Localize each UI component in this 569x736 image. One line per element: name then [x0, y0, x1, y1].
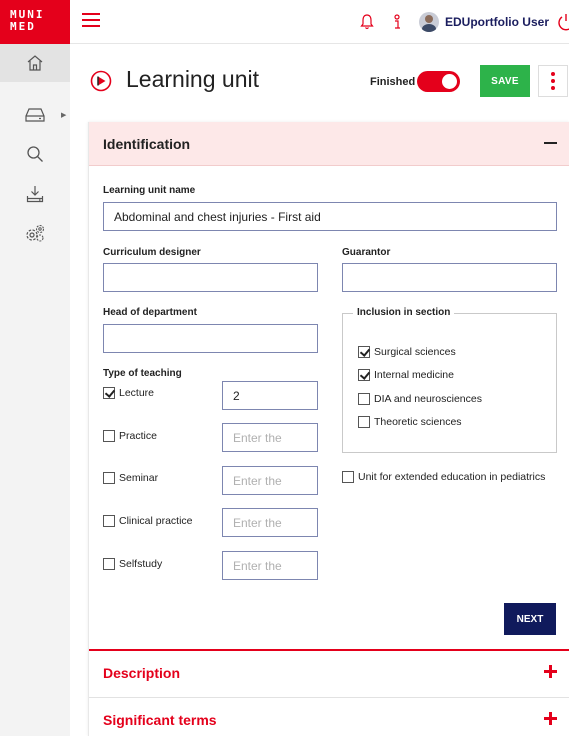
search-icon	[27, 146, 43, 162]
extended-pediatrics-checkbox[interactable]	[342, 471, 354, 483]
guarantor-label: Guarantor	[342, 247, 391, 258]
sidebar: ▶	[0, 44, 70, 736]
checkbox[interactable]	[103, 515, 115, 527]
top-bar: MUNI MED EDUportfolio User	[0, 0, 569, 44]
sidebar-item-inbox[interactable]: ▶	[0, 96, 70, 134]
teaching-type-selfstudy[interactable]: Selfstudy	[103, 558, 162, 570]
teaching-type-lecture[interactable]: Lecture	[103, 387, 154, 399]
expand-icon[interactable]	[544, 665, 558, 679]
user-name[interactable]: EDUportfolio User	[445, 15, 549, 29]
logo-line-2: MED	[10, 20, 36, 33]
inclusion-option-label: Surgical sciences	[374, 346, 456, 358]
avatar[interactable]	[418, 12, 439, 32]
home-icon	[27, 55, 43, 71]
finished-toggle[interactable]	[417, 71, 460, 92]
collapse-icon[interactable]	[544, 136, 558, 150]
download-icon	[26, 186, 44, 203]
power-icon[interactable]	[557, 13, 569, 31]
teaching-type-practice[interactable]: Practice	[103, 430, 157, 442]
learning-unit-name-label: Learning unit name	[103, 185, 196, 196]
logo[interactable]: MUNI MED	[0, 0, 70, 44]
teaching-type-label: Seminar	[119, 472, 159, 484]
chevron-right-icon: ▶	[61, 112, 67, 119]
teaching-hours-clinical-practice-input[interactable]: Enter the	[222, 508, 318, 537]
inclusion-option-internal-medicine[interactable]: Internal medicine	[358, 369, 454, 381]
extended-pediatrics-label: Unit for extended education in pediatric…	[358, 471, 546, 483]
head-of-department-input[interactable]	[103, 324, 318, 353]
sidebar-item-home[interactable]	[0, 44, 70, 82]
type-of-teaching-label: Type of teaching	[103, 368, 182, 379]
inclusion-option-theoretic-sciences[interactable]: Theoretic sciences	[358, 416, 462, 428]
info-icon[interactable]	[389, 13, 405, 31]
section-identification-title: Identification	[103, 135, 191, 152]
inclusion-option-label: DIA and neurosciences	[374, 393, 482, 405]
curriculum-designer-input[interactable]	[103, 263, 318, 292]
guarantor-input[interactable]	[342, 263, 557, 292]
teaching-hours-practice-input[interactable]: Enter the	[222, 423, 318, 452]
menu-icon[interactable]	[82, 13, 100, 29]
checkbox[interactable]	[103, 472, 115, 484]
content-panel: Identification Learning unit name Abdomi…	[88, 122, 569, 736]
section-description-title: Description	[103, 665, 181, 681]
teaching-hours-seminar-input[interactable]: Enter the	[222, 466, 318, 495]
teaching-type-label: Practice	[119, 430, 157, 442]
teaching-type-seminar[interactable]: Seminar	[103, 472, 158, 484]
checkbox[interactable]	[103, 387, 115, 399]
settings-icon	[26, 224, 45, 242]
checkbox[interactable]	[358, 393, 370, 405]
checkbox[interactable]	[103, 430, 115, 442]
sidebar-item-download[interactable]	[0, 175, 70, 213]
sidebar-item-settings[interactable]	[0, 215, 70, 253]
more-options-button[interactable]	[538, 65, 568, 97]
inclusion-option-dia-and-neurosciences[interactable]: DIA and neurosciences	[358, 393, 482, 405]
teaching-type-label: Selfstudy	[119, 558, 163, 570]
page-header: Learning unit Finished SAVE	[70, 44, 569, 118]
finished-label: Finished	[370, 76, 416, 88]
checkbox[interactable]	[103, 558, 115, 570]
teaching-type-label: Lecture	[119, 387, 155, 399]
checkbox[interactable]	[358, 369, 370, 381]
learning-unit-name-input[interactable]: Abdominal and chest injuries - First aid	[103, 202, 557, 231]
inclusion-in-section-group: Inclusion in section	[342, 307, 557, 453]
extended-pediatrics-checkbox-row[interactable]: Unit for extended education in pediatric…	[342, 471, 545, 483]
inbox-icon	[25, 108, 45, 122]
section-significant-terms-header[interactable]: Significant terms	[89, 698, 569, 736]
inclusion-option-label: Internal medicine	[374, 369, 454, 381]
checkbox[interactable]	[358, 416, 370, 428]
save-button[interactable]: SAVE	[480, 65, 530, 97]
teaching-type-clinical-practice[interactable]: Clinical practice	[103, 515, 193, 527]
bell-icon[interactable]	[359, 13, 375, 31]
section-significant-terms-title: Significant terms	[103, 712, 217, 728]
section-identification-header[interactable]: Identification	[89, 122, 569, 166]
section-description-header[interactable]: Description	[89, 651, 569, 695]
play-circle-icon	[90, 70, 112, 92]
checkbox[interactable]	[358, 346, 370, 358]
teaching-hours-selfstudy-input[interactable]: Enter the	[222, 551, 318, 580]
head-of-department-label: Head of department	[103, 307, 197, 318]
top-right-actions: EDUportfolio User	[359, 0, 569, 44]
inclusion-option-surgical-sciences[interactable]: Surgical sciences	[358, 346, 456, 358]
curriculum-designer-label: Curriculum designer	[103, 247, 201, 258]
teaching-type-label: Clinical practice	[119, 515, 193, 527]
inclusion-option-label: Theoretic sciences	[374, 416, 462, 428]
sidebar-item-search[interactable]	[0, 135, 70, 173]
inclusion-in-section-legend: Inclusion in section	[353, 307, 455, 318]
next-button[interactable]: NEXT	[504, 603, 556, 635]
expand-icon[interactable]	[544, 712, 558, 726]
page-title: Learning unit	[126, 66, 259, 92]
teaching-hours-lecture-input[interactable]: 2	[222, 381, 318, 410]
